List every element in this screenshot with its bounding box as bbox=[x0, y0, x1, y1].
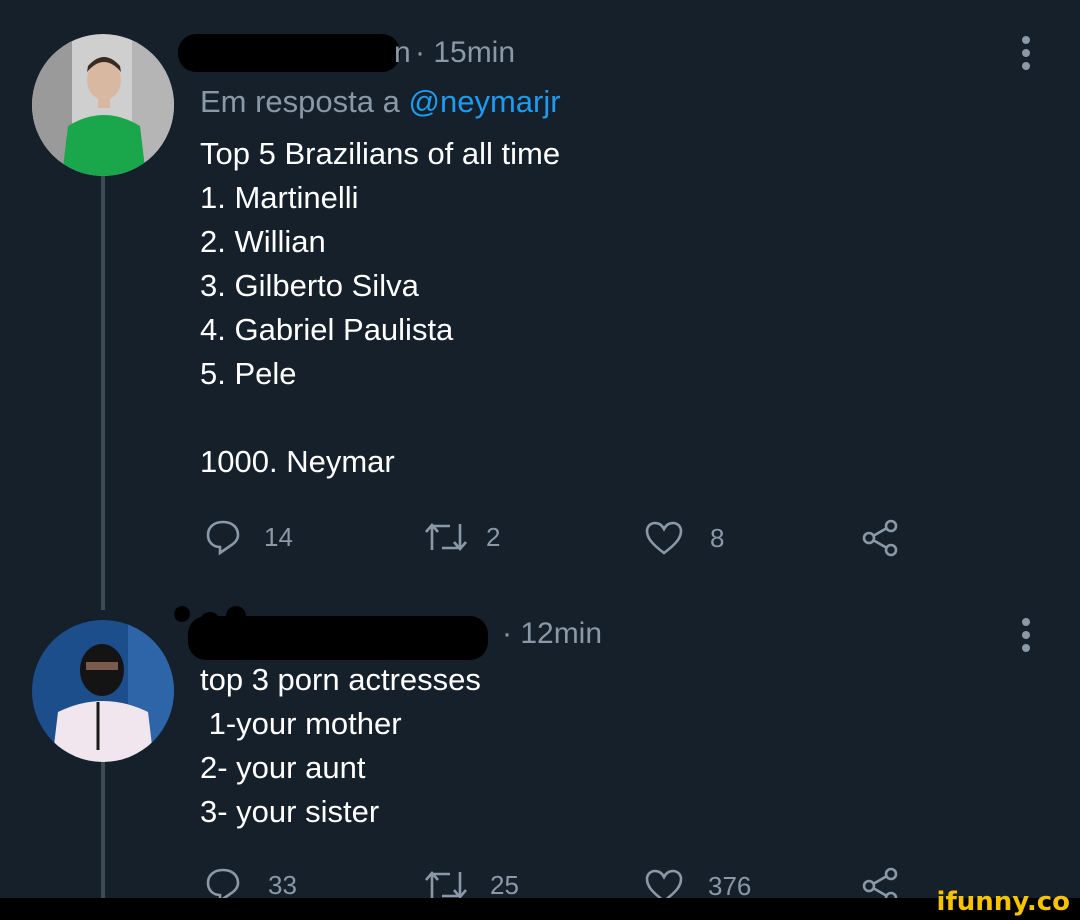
retweet-icon bbox=[425, 871, 467, 899]
like-button[interactable]: 8 bbox=[644, 520, 724, 556]
tweet-line: Top 5 Brazilians of all time bbox=[200, 136, 561, 171]
like-count: 376 bbox=[708, 870, 752, 901]
tweet-timestamp: · 12min bbox=[502, 617, 603, 650]
thread-line bbox=[101, 176, 105, 610]
tweet-line: 3. Gilberto Silva bbox=[200, 268, 419, 303]
reply-to-prefix: Em resposta a bbox=[200, 84, 400, 119]
retweet-count: 2 bbox=[486, 521, 501, 552]
tweet-line: 4. Gabriel Paulista bbox=[200, 312, 454, 347]
avatar[interactable] bbox=[32, 34, 174, 176]
watermark-logo: ifunny.co bbox=[936, 887, 1070, 917]
tweet-line: 5. Pele bbox=[200, 356, 297, 391]
avatar[interactable] bbox=[32, 620, 174, 762]
tweet-line: top 3 porn actresses bbox=[200, 662, 481, 697]
retweet-icon bbox=[425, 523, 467, 551]
reply-count: 14 bbox=[264, 521, 293, 552]
mention-link[interactable]: @neymarjr bbox=[409, 84, 561, 119]
more-icon[interactable] bbox=[1022, 618, 1030, 657]
tweet-line: 2- your aunt bbox=[200, 750, 366, 785]
tweet-timestamp: · 15min bbox=[415, 36, 516, 69]
reply-button[interactable]: 14 bbox=[204, 518, 293, 556]
retweet-button[interactable]: 2 bbox=[424, 520, 500, 554]
tweet-text: Top 5 Brazilians of all time 1. Martinel… bbox=[200, 132, 560, 484]
tweet-line bbox=[200, 396, 560, 440]
like-icon bbox=[645, 521, 683, 555]
share-button[interactable] bbox=[860, 518, 902, 558]
tweet-line: 1. Martinelli bbox=[200, 180, 359, 215]
like-count: 8 bbox=[710, 522, 725, 553]
watermark-bar bbox=[0, 898, 1080, 920]
username-fragment: n bbox=[394, 36, 411, 69]
reply-count: 33 bbox=[268, 869, 297, 900]
tweet-line: 1000. Neymar bbox=[200, 444, 395, 479]
tweet-line: 3- your sister bbox=[200, 794, 380, 829]
tweet-line: 1-your mother bbox=[200, 706, 402, 741]
redacted-username bbox=[178, 34, 400, 72]
more-icon[interactable] bbox=[1022, 36, 1030, 75]
redaction-dot bbox=[174, 606, 190, 622]
retweet-count: 25 bbox=[490, 869, 519, 900]
redacted-username bbox=[188, 616, 488, 660]
tweet-line: 2. Willian bbox=[200, 224, 326, 259]
reply-icon bbox=[206, 520, 240, 556]
reply-to-line: Em resposta a @neymarjr bbox=[200, 84, 561, 120]
share-icon bbox=[862, 519, 898, 557]
thread-line bbox=[101, 762, 105, 898]
tweet-text: top 3 porn actresses 1-your mother 2- yo… bbox=[200, 658, 481, 834]
retweet-button[interactable]: 25 bbox=[424, 868, 519, 902]
